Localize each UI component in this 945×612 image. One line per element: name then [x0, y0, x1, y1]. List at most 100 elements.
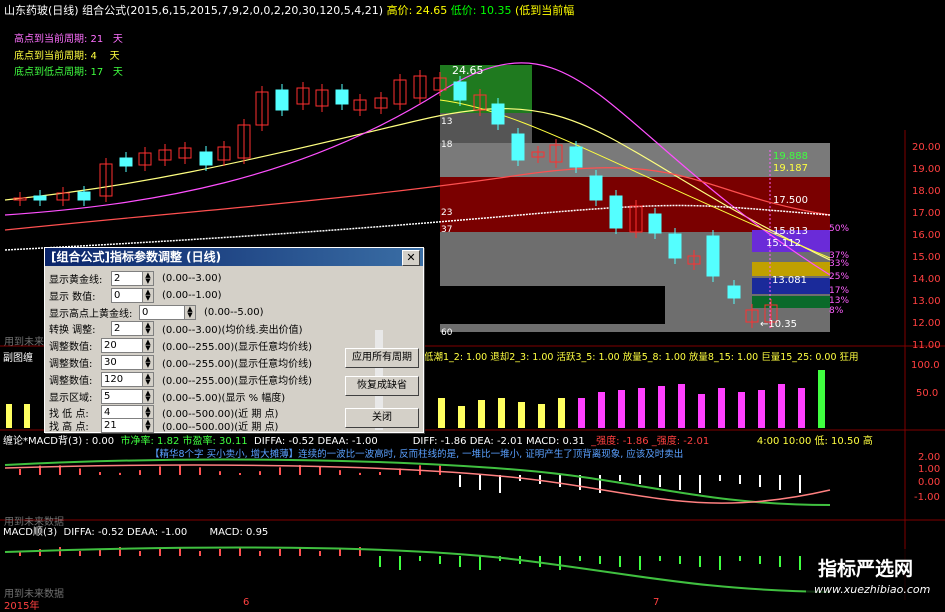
param-row: 显示 数值: 0 ▲ ▼ (0.00--1.00): [49, 287, 222, 303]
param-input[interactable]: 5: [101, 388, 142, 404]
dialog-title: [组合公式]指标参数调整 (日线): [51, 250, 222, 264]
pct-25: 25%: [829, 272, 850, 282]
candle-body: [335, 89, 349, 105]
pct-50: 50%: [829, 224, 850, 234]
watermark-url: www.xuezhibiao.com: [814, 583, 931, 596]
volume-bar: [798, 388, 805, 428]
param-row: 显示区域: 5 ▲ ▼ (0.00--5.00)(显示 % 幅度): [49, 388, 286, 404]
spinner-arrows-icon[interactable]: ▲ ▼: [142, 270, 154, 286]
left-tick-13: 13: [441, 117, 453, 127]
spinner-arrows-icon[interactable]: ▲ ▼: [142, 388, 154, 404]
apply-all-periods-button[interactable]: 应用所有周期: [345, 348, 419, 368]
spinner-arrows-icon[interactable]: ▲ ▼: [142, 287, 154, 303]
candle-body: [33, 195, 47, 201]
zone-darkred: [440, 177, 830, 232]
spinner-arrows-icon[interactable]: ▲ ▼: [184, 304, 196, 320]
vol-axis-100: 100.0: [911, 360, 940, 371]
level-19187: 19.187: [773, 163, 808, 174]
volume-bar: [638, 388, 645, 428]
axis-month-7: 7: [653, 597, 660, 608]
candle-body: [511, 133, 525, 161]
spinner-arrows-icon[interactable]: ▲ ▼: [142, 320, 154, 336]
candle-body: [589, 175, 603, 201]
volume-bar: [458, 406, 465, 428]
macd1-header: 缠论*MACD背(3) : 0.00 市净率: 1.82 市盈率: 30.11 …: [3, 436, 873, 447]
macd-axis-2: 2.00: [918, 452, 941, 463]
macd1-line-green: [4, 458, 831, 506]
param-input[interactable]: 30: [101, 354, 142, 370]
volume-bar: [738, 392, 745, 428]
volume-bar: [678, 384, 685, 428]
vol-panel-legend: 低潮1_2: 1.00 退却2_3: 1.00 活跃3_5: 1.00 放量5_…: [424, 352, 859, 363]
candle-body: [453, 81, 467, 101]
candle-body: [199, 151, 213, 166]
volume-bar: [818, 370, 825, 428]
left-tick-37: 37: [441, 225, 453, 235]
left-tick-18: 18: [441, 140, 453, 150]
candle-body: [275, 89, 289, 111]
param-input[interactable]: 2: [111, 320, 142, 336]
candle-body: [77, 191, 91, 201]
stock-name: 山东药玻(日线): [4, 4, 79, 17]
volume-bar: [538, 404, 545, 428]
param-row: 找 高 点: 21 ▲ ▼ (0.00--500.00)(近 期 点): [49, 418, 279, 433]
param-input[interactable]: 0: [111, 287, 142, 303]
volume-bar: [698, 394, 705, 428]
watermark-title: 指标严选网: [818, 558, 914, 580]
vol-panel-title: 副图缠: [3, 353, 33, 364]
macd-axis-m1: -1.00: [914, 492, 940, 503]
spinner-arrows-icon[interactable]: ▲ ▼: [142, 371, 154, 387]
spinner-arrows-icon[interactable]: ▲ ▼: [142, 337, 154, 353]
spinner-arrows-icon[interactable]: ▲ ▼: [142, 354, 154, 370]
candle-body: [706, 235, 720, 277]
param-input[interactable]: 2: [111, 270, 142, 286]
param-input[interactable]: 0: [139, 304, 184, 320]
restore-default-button[interactable]: 恢复成缺省: [345, 376, 419, 396]
macd2-line: [4, 546, 831, 593]
volume-bar: [598, 392, 605, 428]
spinner-arrows-icon[interactable]: ▲ ▼: [142, 418, 154, 433]
level-15112: 15.112: [766, 238, 801, 249]
zone-yellow: [752, 262, 830, 276]
param-row: 显示高点上黄金线: 0 ▲ ▼ (0.00--5.00): [49, 304, 264, 320]
dialog-close-button[interactable]: 关闭: [345, 408, 419, 428]
volume-bar: [498, 398, 505, 428]
pct-8: 8%: [829, 306, 844, 316]
peak-price-label: 24.65: [452, 64, 484, 77]
chart-title: 山东药玻(日线) 组合公式(2015,6,15,2015,7,9,2,0,0,2…: [4, 2, 574, 18]
volume-bar: [518, 402, 525, 428]
left-tick-23: 23: [441, 208, 453, 218]
volume-bar: [24, 404, 30, 428]
param-input[interactable]: 20: [101, 337, 142, 353]
dialog-title-bar[interactable]: [组合公式]指标参数调整 (日线) ✕: [45, 248, 423, 266]
info-bottom-to-low: 底点到低点周期: 17 天: [14, 67, 123, 78]
param-dialog: [组合公式]指标参数调整 (日线) ✕ 显示黄金线: 2 ▲ ▼ (0.00--3.00…: [44, 247, 424, 433]
level-17500: 17.500: [773, 195, 808, 206]
volume-bar: [778, 384, 785, 428]
pct-17: 17%: [829, 286, 850, 296]
volume-bar: [6, 404, 12, 428]
axis-year: 2015年: [4, 601, 40, 612]
low-price-marker: ←10.35: [760, 319, 798, 330]
pct-33: 33%: [829, 259, 850, 269]
candle-body: [569, 146, 583, 168]
candle-body: [648, 213, 662, 234]
volume-bar: [558, 398, 565, 428]
candle-body: [727, 285, 741, 299]
zone-green-low: [752, 296, 830, 308]
pct-13: 13%: [829, 296, 850, 306]
volume-bar: [438, 398, 445, 428]
close-icon[interactable]: ✕: [402, 250, 420, 266]
level-19888: 19.888: [773, 151, 808, 162]
formula-label: 组合公式(2015,6,15,2015,7,9,2,0,0,2,20,30,12…: [82, 4, 384, 17]
param-row: 显示黄金线: 2 ▲ ▼ (0.00--3.00): [49, 270, 222, 286]
candle-body: [119, 157, 133, 167]
param-input[interactable]: 21: [101, 418, 142, 433]
watermark-logo: 指标严选网 www.xuezhibiao.com: [806, 549, 945, 609]
volume-bar: [658, 386, 665, 428]
param-row: 调整数值: 120 ▲ ▼ (0.00--255.00)(显示任意均价线): [49, 371, 313, 387]
volume-bar: [758, 390, 765, 428]
volume-bar: [718, 388, 725, 428]
param-row: 调整数值: 20 ▲ ▼ (0.00--255.00)(显示任意均价线): [49, 337, 313, 353]
param-input[interactable]: 120: [101, 371, 142, 387]
